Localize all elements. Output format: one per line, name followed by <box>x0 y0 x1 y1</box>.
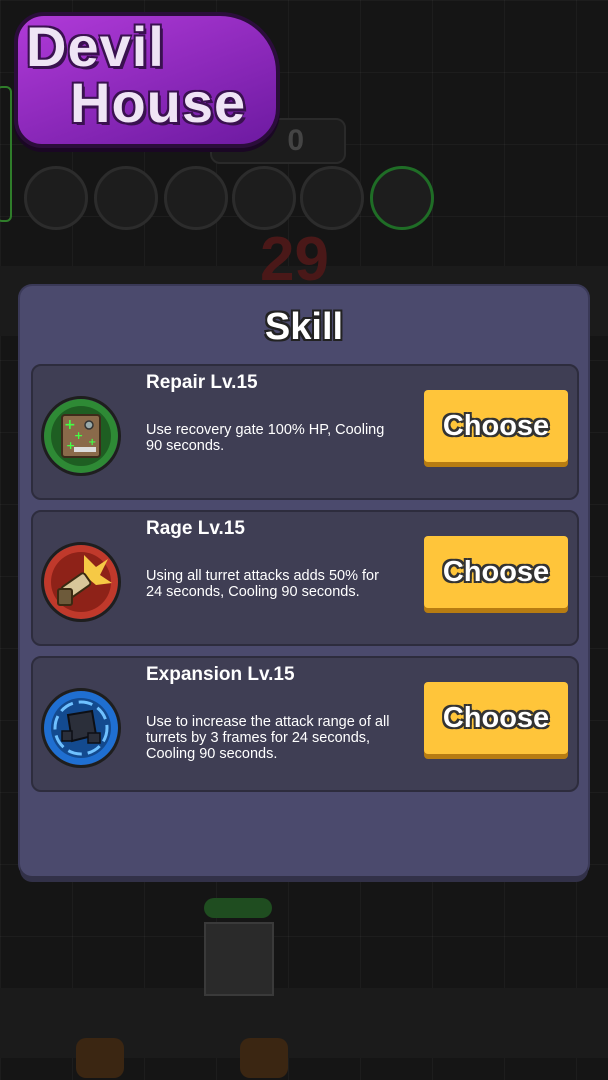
choose-expansion-button[interactable]: Choose <box>424 682 568 754</box>
logo-text-house: House <box>70 71 247 134</box>
dialog-title: Skill <box>264 306 344 348</box>
svg-text:+: + <box>66 439 75 452</box>
skill-description: Use recovery gate 100% HP, Cooling 90 se… <box>146 422 385 454</box>
coin-counter-value: 0 <box>287 124 304 157</box>
game-logo: Devil House <box>14 4 280 148</box>
side-panel-edge <box>0 86 12 222</box>
player-avatar <box>24 166 88 230</box>
player-avatar <box>300 166 364 230</box>
repair-icon: + + + + <box>41 396 121 476</box>
skill-description: Using all turret attacks adds 50% for 24… <box>146 568 379 600</box>
player-avatar <box>232 166 296 230</box>
skill-name: Expansion Lv.15 <box>146 664 295 685</box>
round-timer: 29 <box>260 225 329 294</box>
bed-indicator <box>204 898 272 918</box>
svg-text:+: + <box>88 437 96 448</box>
choose-rage-button[interactable]: Choose <box>424 536 568 608</box>
video-ad-icon <box>240 1038 288 1078</box>
svg-text:+: + <box>74 429 83 442</box>
skill-name: Repair Lv.15 <box>146 372 258 393</box>
player-avatar <box>164 166 228 230</box>
skill-name: Rage Lv.15 <box>146 518 245 539</box>
skill-card-rage: Rage Lv.15 Using all turret attacks adds… <box>31 510 579 646</box>
skill-card-repair: + + + + Repair Lv.15 Use recovery gate 1… <box>31 364 579 500</box>
rage-icon <box>41 542 121 622</box>
bed-object <box>204 922 274 996</box>
skill-description: Use to increase the attack range of all … <box>146 714 390 762</box>
skill-card-expansion: Expansion Lv.15 Use to increase the atta… <box>31 656 579 792</box>
player-avatar-active <box>370 166 434 230</box>
player-avatar <box>94 166 158 230</box>
expansion-icon <box>41 688 121 768</box>
choose-repair-button[interactable]: Choose <box>424 390 568 462</box>
video-ad-icon <box>76 1038 124 1078</box>
